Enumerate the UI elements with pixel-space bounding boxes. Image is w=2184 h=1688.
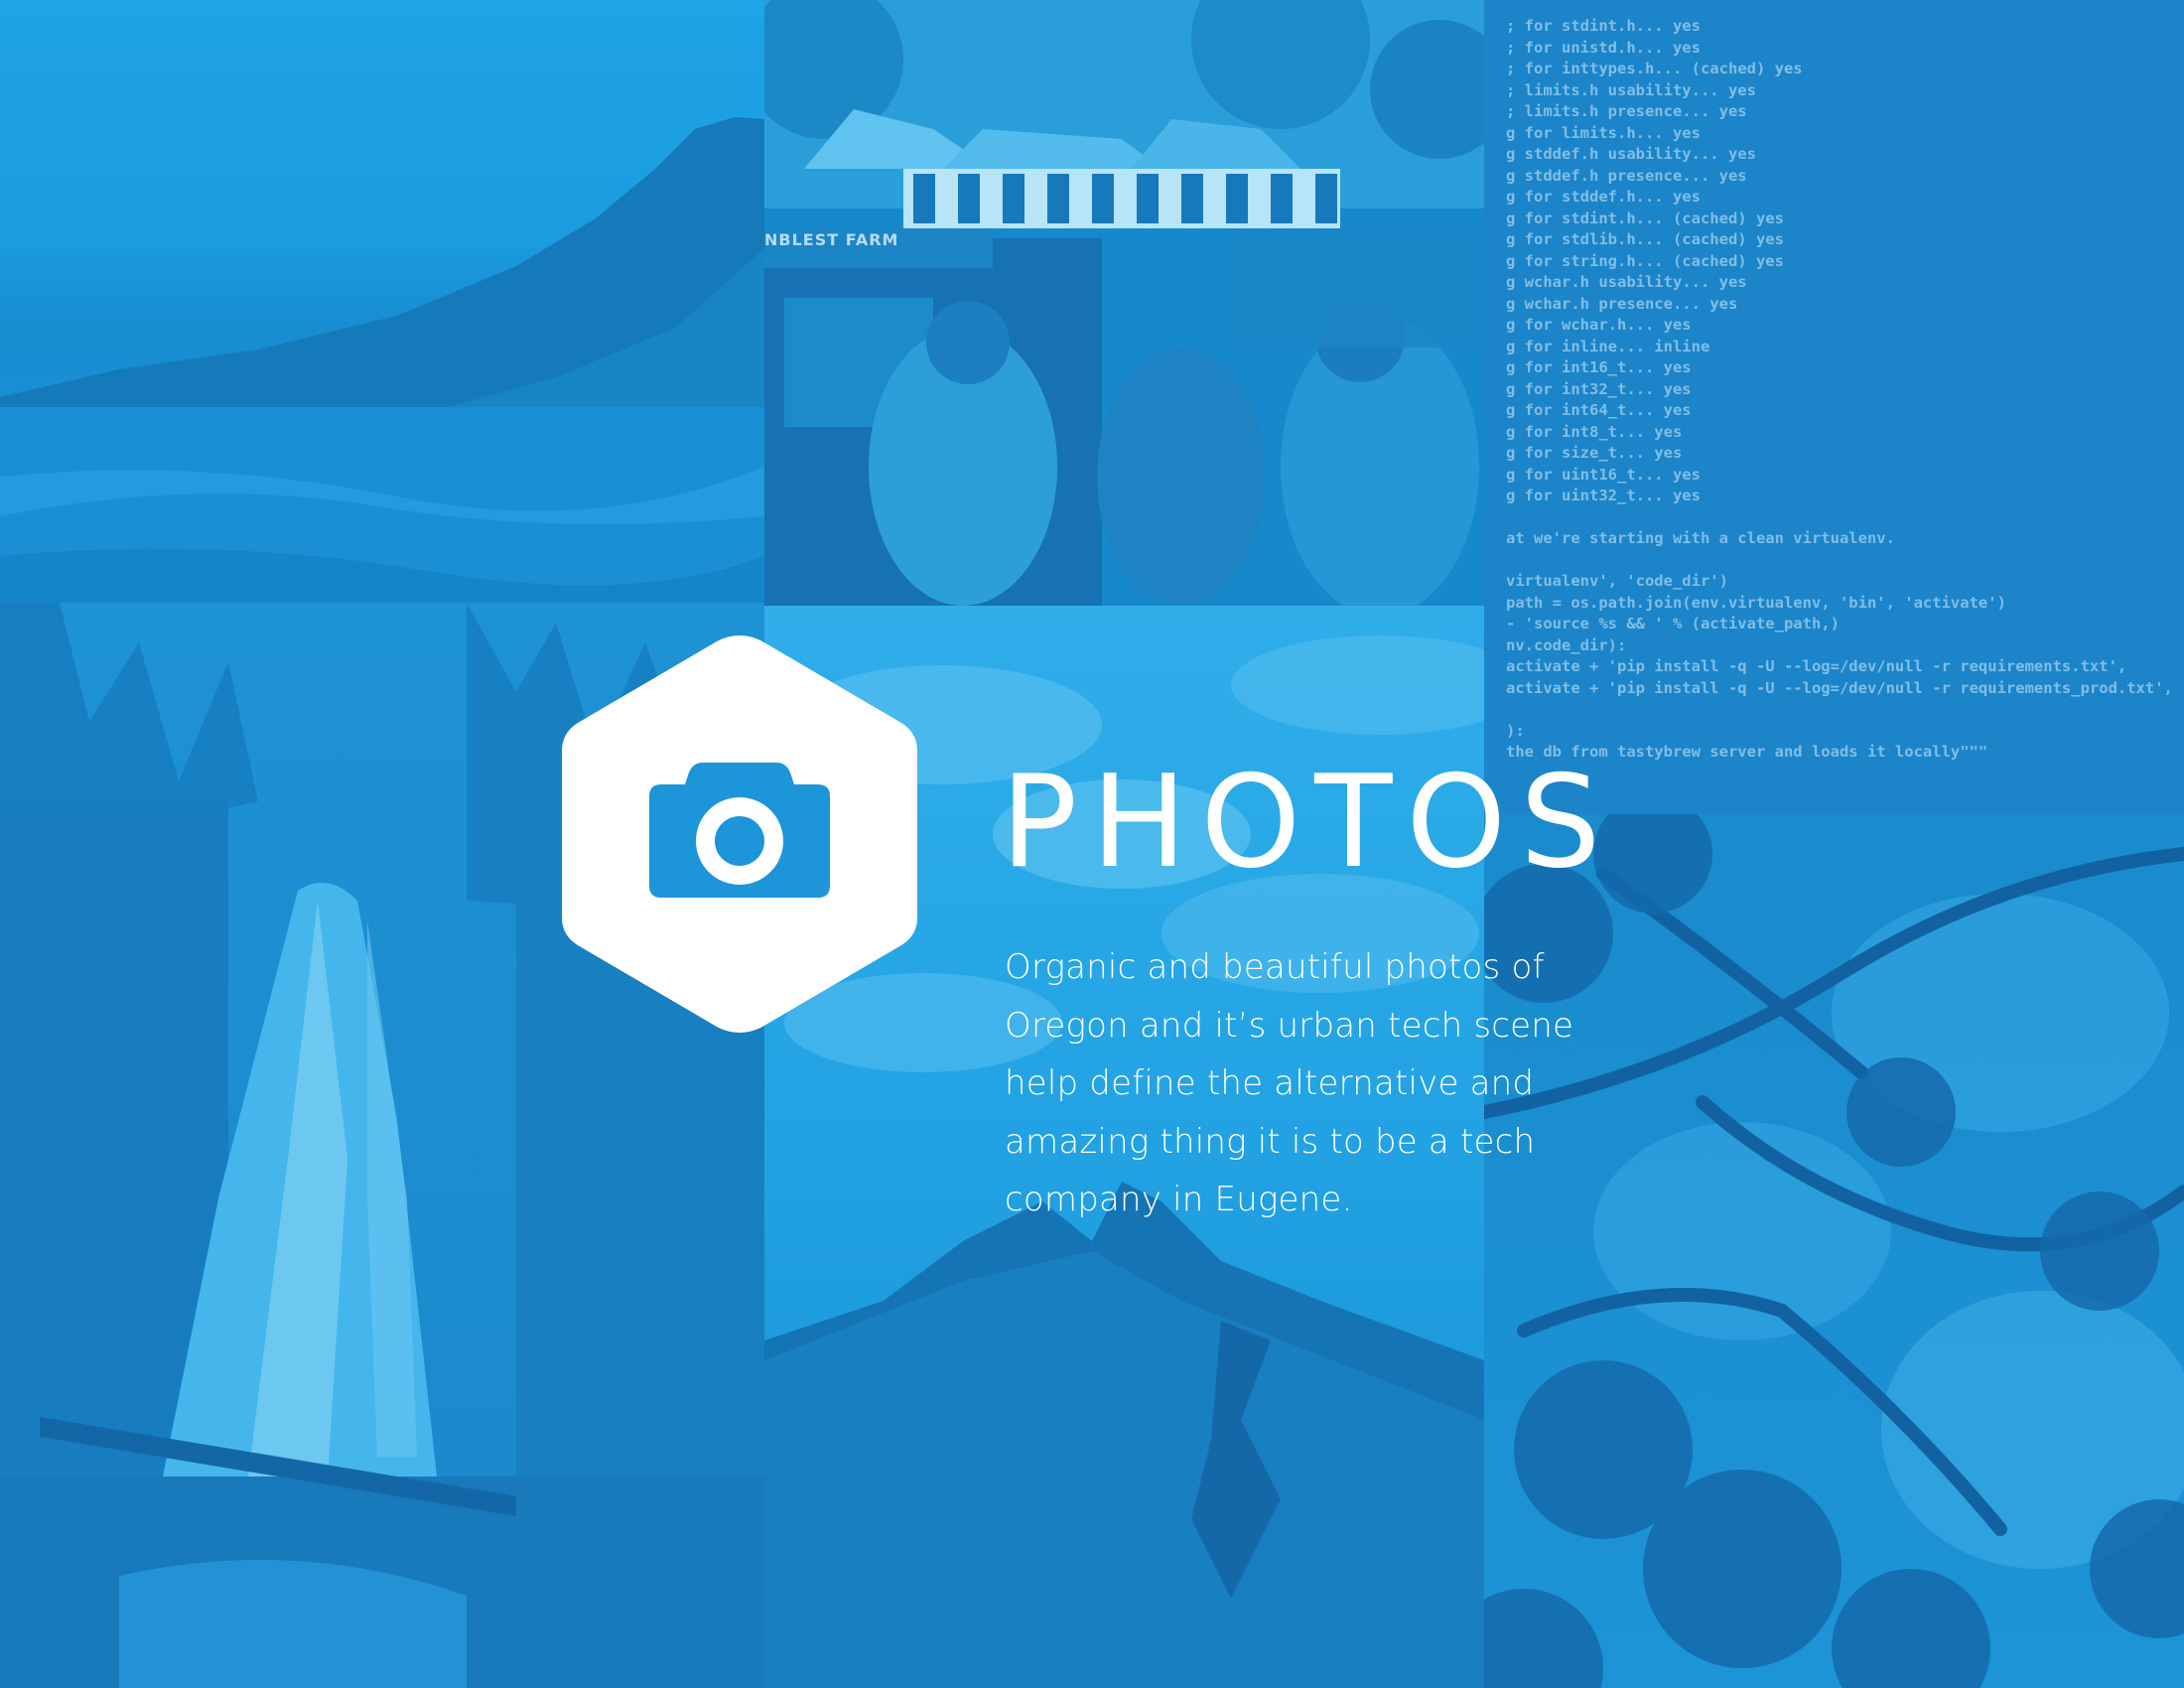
code-line: g for stdlib.h... (cached) yes <box>1506 230 1784 248</box>
farmers-market-photo: NBLEST FARM <box>764 0 1484 606</box>
code-line: g for string.h... (cached) yes <box>1506 251 1784 270</box>
coast-photo <box>0 0 764 603</box>
code-lines: ; for stdint.h... yes ; for unistd.h... … <box>1506 16 2173 764</box>
code-line: ; for unistd.h... yes <box>1506 38 1701 57</box>
camera-hexagon-logo <box>562 635 917 1033</box>
code-line: g for size_t... yes <box>1506 444 1683 462</box>
code-line: g for limits.h... yes <box>1506 123 1701 142</box>
code-line: g for stddef.h... yes <box>1506 188 1701 206</box>
code-line: virtualenv', 'code_dir') <box>1506 572 1728 590</box>
page-description: Organic and beautiful photos of Oregon a… <box>1005 947 1574 1219</box>
market-sign-text: NBLEST FARM <box>764 230 899 249</box>
code-line: ; limits.h usability... yes <box>1506 80 1756 99</box>
code-line: ): <box>1506 721 1525 740</box>
code-line: nv.code_dir): <box>1506 635 1627 654</box>
code-line: at we're starting with a clean virtualen… <box>1506 529 1895 547</box>
code-line: path = os.path.join(env.virtualenv, 'bin… <box>1506 593 2006 612</box>
code-line: g for wchar.h... yes <box>1506 316 1692 334</box>
code-line: g stddef.h usability... yes <box>1506 145 1756 163</box>
code-line: g for stdint.h... (cached) yes <box>1506 209 1784 227</box>
code-line: ; limits.h presence... yes <box>1506 102 1747 120</box>
code-line: g wchar.h usability... yes <box>1506 273 1747 291</box>
code-line: - 'source %s && ' % (activate_path,) <box>1506 615 1840 633</box>
terminal-code-photo: ; for stdint.h... yes ; for unistd.h... … <box>1484 0 2184 814</box>
code-line: g for int16_t... yes <box>1506 358 1692 376</box>
code-line: g for int8_t... yes <box>1506 422 1683 441</box>
code-line: g for inline... inline <box>1506 337 1710 355</box>
code-line: g for int64_t... yes <box>1506 401 1692 419</box>
code-line: activate + 'pip install -q -U --log=/dev… <box>1506 657 2127 675</box>
code-line: g stddef.h presence... yes <box>1506 166 1747 185</box>
code-line: ; for stdint.h... yes <box>1506 17 1701 35</box>
code-line: ; for inttypes.h... (cached) yes <box>1506 60 1803 77</box>
page-title: PHOTOS <box>1001 749 1615 897</box>
code-line: g wchar.h presence... yes <box>1506 294 1738 313</box>
code-line: g for uint16_t... yes <box>1506 465 1701 484</box>
code-line: g for int32_t... yes <box>1506 379 1692 398</box>
code-line: g for uint32_t... yes <box>1506 487 1701 504</box>
code-line: activate + 'pip install -q -U --log=/dev… <box>1506 678 2173 697</box>
